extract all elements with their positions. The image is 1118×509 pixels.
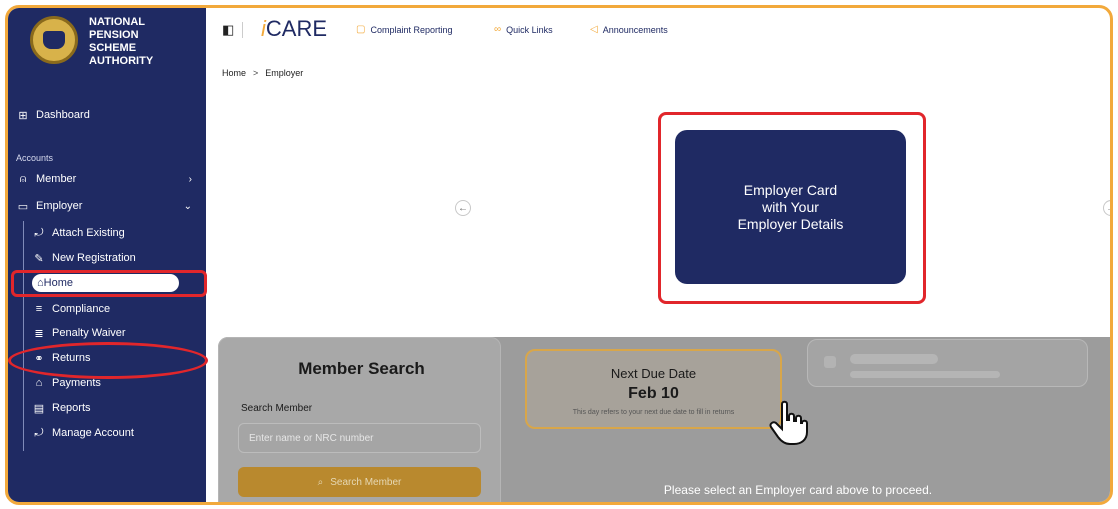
briefcase-icon: ▭ [17, 200, 29, 213]
sidebar-item-label: New Registration [52, 252, 136, 264]
breadcrumb-separator: > [253, 68, 259, 78]
sidebar-item-label: Compliance [52, 303, 111, 315]
sidebar-item-label: Attach Existing [52, 227, 125, 239]
sidebar-item-attach-existing[interactable]: ⤾ Attach Existing [8, 222, 206, 244]
next-due-date-card: Next Due Date Feb 10 This day refers to … [525, 349, 782, 429]
link-label: Complaint Reporting [370, 24, 453, 35]
due-date-subtitle: This day refers to your next due date to… [572, 409, 735, 416]
card-highlight-annotation [658, 112, 926, 304]
section-accounts-label: Accounts [16, 153, 54, 163]
carousel-next-button[interactable]: → [1103, 200, 1110, 216]
breadcrumb: Home > Employer [206, 68, 303, 78]
sidebar-item-dashboard[interactable]: ⊞ Dashboard [8, 104, 206, 126]
sidebar-item-label: Manage Account [52, 427, 134, 439]
arrow-right-icon: → [1106, 203, 1110, 214]
attach-icon: ⤾ [34, 226, 44, 239]
dashboard-icon: ⊞ [18, 109, 28, 122]
account-icon: ⤾ [34, 426, 44, 439]
sidebar-item-manage-account[interactable]: ⤾ Manage Account [8, 422, 206, 444]
select-employer-message: Please select an Employer card above to … [663, 483, 933, 497]
sidebar: NATIONAL PENSION SCHEME AUTHORITY ⊞ Dash… [8, 8, 208, 502]
org-line-3: SCHEME [89, 42, 137, 54]
member-search-input[interactable]: Enter name or NRC number [238, 423, 481, 453]
sidebar-item-label: Employer [36, 200, 83, 212]
announcements-link[interactable]: ◁ Announcements [590, 24, 668, 35]
chat-icon: ▢ [356, 24, 366, 35]
sidebar-item-label: Reports [52, 402, 91, 414]
arrow-left-icon: ← [458, 202, 468, 214]
due-date-title: Next Due Date [610, 366, 697, 381]
bank-icon: ⌂ [35, 377, 43, 389]
sidebar-item-employer[interactable]: ▭ Employer ⌄ [8, 195, 206, 217]
sidebar-item-label: Dashboard [36, 109, 90, 121]
member-search-title: Member Search [298, 359, 425, 378]
carousel-prev-button[interactable]: ← [455, 200, 471, 216]
search-member-label: Search Member [241, 403, 313, 414]
brand-main: CARE [265, 16, 328, 41]
link-label: Quick Links [506, 24, 553, 35]
placeholder-square [824, 356, 836, 368]
sidebar-item-new-registration[interactable]: ✎ New Registration [8, 247, 206, 269]
breadcrumb-home[interactable]: Home [222, 68, 246, 78]
user-icon: ⍝ [19, 172, 27, 185]
returns-highlight-annotation [8, 342, 208, 379]
home-highlight-annotation [11, 270, 207, 297]
sidebar-item-reports[interactable]: ▤ Reports [8, 397, 206, 419]
org-line-1: NATIONAL [89, 16, 146, 28]
chevron-down-icon: ⌄ [183, 200, 192, 212]
sidebar-item-compliance[interactable]: ≡ Compliance [8, 298, 206, 320]
edit-icon: ✎ [34, 252, 44, 265]
breadcrumb-current: Employer [265, 68, 304, 78]
sidebar-item-label: Penalty Waiver [52, 327, 126, 339]
link-label: Announcements [602, 24, 668, 35]
button-label: Search Member [330, 476, 402, 488]
sidebar-toggle-icon[interactable]: ◧ [222, 22, 234, 38]
list-icon: ≡ [35, 303, 43, 315]
search-icon: ⌕ [317, 476, 324, 488]
sidebar-item-member[interactable]: ⍝ Member › [8, 168, 206, 190]
org-line-4: AUTHORITY [89, 55, 154, 67]
sidebar-item-label: Member [36, 173, 77, 185]
topbar: ◧ iCARE ▢ Complaint Reporting ∞ Quick Link… [206, 8, 1110, 53]
app-brand: iCARE [261, 16, 327, 42]
pointer-hand-icon [769, 400, 808, 445]
due-date-value: Feb 10 [628, 385, 679, 402]
nps-logo [30, 16, 78, 64]
report-icon: ▤ [33, 402, 45, 415]
org-name: NATIONAL PENSION SCHEME AUTHORITY [89, 16, 199, 68]
complaint-reporting-link[interactable]: ▢ Complaint Reporting [356, 24, 453, 35]
search-member-button[interactable]: ⌕ Search Member [238, 467, 481, 497]
org-line-2: PENSION [89, 29, 139, 41]
divider [242, 22, 243, 38]
waiver-icon: ≣ [34, 327, 44, 340]
megaphone-icon: ◁ [590, 24, 598, 35]
link-icon: ∞ [494, 24, 502, 35]
app-window: NATIONAL PENSION SCHEME AUTHORITY ⊞ Dash… [5, 5, 1113, 505]
chevron-right-icon: › [188, 173, 192, 185]
placeholder-card [807, 339, 1088, 387]
quick-links-link[interactable]: ∞ Quick Links [494, 24, 553, 35]
placeholder-bar [850, 354, 938, 364]
sidebar-item-penalty-waiver[interactable]: ≣ Penalty Waiver [8, 322, 206, 344]
placeholder-bar [850, 371, 1000, 378]
